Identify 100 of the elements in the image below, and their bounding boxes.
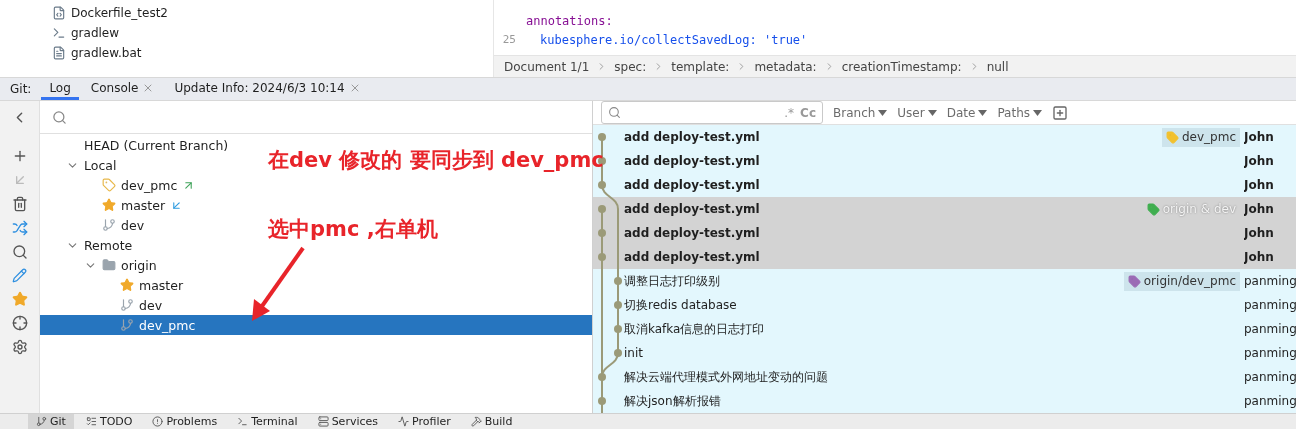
commit-message: init bbox=[624, 346, 644, 360]
branch-icon bbox=[120, 318, 134, 332]
filter-dropdown[interactable]: User bbox=[897, 105, 937, 120]
tool-icon bbox=[470, 416, 482, 427]
commit-row[interactable]: add deploy-test.yml John bbox=[593, 221, 1296, 245]
file-icon bbox=[52, 45, 66, 60]
search-icon[interactable] bbox=[11, 244, 28, 260]
commit-message: 解决json解析报错 bbox=[624, 392, 722, 410]
folder-icon bbox=[102, 258, 116, 272]
breadcrumb-item[interactable]: template: bbox=[671, 59, 730, 74]
commit-author: panming bbox=[1244, 322, 1296, 336]
search-icon bbox=[52, 109, 67, 125]
tag-icon bbox=[102, 178, 116, 192]
commit-message: add deploy-test.yml bbox=[624, 202, 761, 216]
ref-label: dev_pmc bbox=[1162, 127, 1240, 147]
tool-tab[interactable]: Services bbox=[309, 414, 386, 429]
tab[interactable]: Log bbox=[41, 78, 79, 100]
crosshair-icon[interactable] bbox=[11, 315, 28, 331]
star-icon bbox=[120, 278, 134, 292]
pencil-icon[interactable] bbox=[12, 268, 27, 283]
branch-icon bbox=[102, 218, 116, 232]
ref-label: origin/dev_pmc bbox=[1123, 271, 1240, 291]
tab[interactable]: Update Info: 2024/6/3 10:14 bbox=[166, 78, 369, 100]
commit-author: panming bbox=[1244, 298, 1296, 312]
commit-message: 切换redis database bbox=[624, 296, 738, 314]
tool-tab[interactable]: Profiler bbox=[390, 414, 459, 429]
search-icon bbox=[608, 106, 621, 119]
trash-icon[interactable] bbox=[11, 196, 28, 212]
file-name[interactable]: Dockerfile_test2 bbox=[71, 5, 168, 20]
caret-icon bbox=[927, 109, 937, 116]
tree-item[interactable]: dev bbox=[40, 215, 149, 235]
caret-icon bbox=[978, 109, 988, 116]
new-tab-icon[interactable] bbox=[1052, 104, 1068, 121]
commit-row[interactable]: 解决云端代理模式外网地址变动的问题 panming bbox=[593, 365, 1296, 389]
tool-icon bbox=[85, 416, 97, 427]
file-name[interactable]: gradlew bbox=[71, 25, 120, 40]
settings-icon[interactable] bbox=[11, 339, 28, 355]
tool-tab[interactable]: Git bbox=[28, 414, 74, 429]
caret-icon bbox=[1033, 109, 1042, 116]
breadcrumb-item[interactable]: creationTimestamp: bbox=[841, 59, 962, 74]
tree-item[interactable]: Remote bbox=[40, 235, 137, 255]
commit-row[interactable]: 切换redis database panming bbox=[593, 293, 1296, 317]
commit-author: John bbox=[1244, 226, 1275, 240]
commit-author: John bbox=[1244, 178, 1275, 192]
commit-message: add deploy-test.yml bbox=[624, 154, 761, 168]
merge-icon[interactable] bbox=[11, 220, 28, 236]
commit-author: panming bbox=[1244, 346, 1296, 360]
star-icon[interactable] bbox=[11, 291, 28, 307]
commit-author: John bbox=[1244, 202, 1275, 216]
tool-tab[interactable]: Terminal bbox=[229, 414, 306, 429]
tab[interactable]: Console bbox=[82, 78, 163, 100]
commit-author: panming bbox=[1244, 394, 1296, 408]
commit-row[interactable]: add deploy-test.yml John bbox=[593, 173, 1296, 197]
commit-author: John bbox=[1244, 250, 1275, 264]
commit-row[interactable]: add deploy-test.yml John bbox=[593, 245, 1296, 269]
code-line: kubesphere.io/collectSavedLog: 'true' bbox=[539, 32, 808, 47]
tool-window-title: Git: bbox=[10, 82, 32, 96]
commit-row[interactable]: init panming bbox=[593, 341, 1296, 365]
commit-message: 解决云端代理模式外网地址变动的问题 bbox=[624, 368, 829, 386]
caret-icon bbox=[878, 109, 888, 116]
tree-item[interactable]: dev_pmc bbox=[40, 315, 592, 335]
commit-message: add deploy-test.yml bbox=[624, 226, 761, 240]
commit-message: 取消kafka信息的日志打印 bbox=[624, 320, 766, 338]
filter-dropdown[interactable]: Date bbox=[946, 105, 988, 120]
breadcrumb-item[interactable]: metadata: bbox=[754, 59, 817, 74]
tool-tab[interactable]: Problems bbox=[144, 414, 226, 429]
commit-author: John bbox=[1244, 130, 1275, 144]
commit-message: add deploy-test.yml bbox=[624, 130, 761, 144]
filter-dropdown[interactable]: Paths bbox=[997, 105, 1042, 120]
tree-item[interactable]: HEAD (Current Branch) bbox=[40, 135, 233, 155]
tree-item[interactable]: origin bbox=[40, 255, 161, 275]
commit-row[interactable]: 调整日志打印级别 origin/dev_pmc panming bbox=[593, 269, 1296, 293]
tree-item[interactable]: Local bbox=[40, 155, 121, 175]
tree-item[interactable]: dev_pmc bbox=[40, 175, 200, 195]
tool-tab[interactable]: TODO bbox=[77, 414, 141, 429]
commit-row[interactable]: 取消kafka信息的日志打印 panming bbox=[593, 317, 1296, 341]
commit-row[interactable]: 解决json解析报错 panming bbox=[593, 389, 1296, 413]
tool-tab[interactable]: Build bbox=[462, 414, 521, 429]
tree-item[interactable]: dev bbox=[40, 295, 167, 315]
tool-icon bbox=[237, 416, 249, 427]
commit-row[interactable]: add deploy-test.yml dev_pmc John bbox=[593, 125, 1296, 149]
file-icon bbox=[52, 25, 66, 40]
commit-message: add deploy-test.yml bbox=[624, 178, 761, 192]
line-number: 25 bbox=[501, 33, 517, 46]
tree-item[interactable]: master bbox=[40, 275, 188, 295]
tree-item[interactable]: master bbox=[40, 195, 188, 215]
breadcrumb-item[interactable]: Document 1/1 bbox=[504, 59, 590, 74]
breadcrumb-item[interactable]: spec: bbox=[614, 59, 647, 74]
commit-message: 调整日志打印级别 bbox=[624, 272, 721, 290]
tool-icon bbox=[36, 416, 47, 427]
commit-message: add deploy-test.yml bbox=[624, 250, 761, 264]
commit-author: John bbox=[1244, 154, 1275, 168]
code-line: annotations: bbox=[526, 13, 613, 28]
tool-icon bbox=[152, 416, 164, 427]
file-icon bbox=[52, 5, 66, 20]
commit-author: panming bbox=[1244, 274, 1296, 288]
filter-dropdown[interactable]: Branch bbox=[833, 105, 888, 120]
tool-icon bbox=[398, 416, 409, 427]
file-name[interactable]: gradlew.bat bbox=[71, 45, 142, 60]
breadcrumb-item[interactable]: null bbox=[986, 59, 1009, 74]
